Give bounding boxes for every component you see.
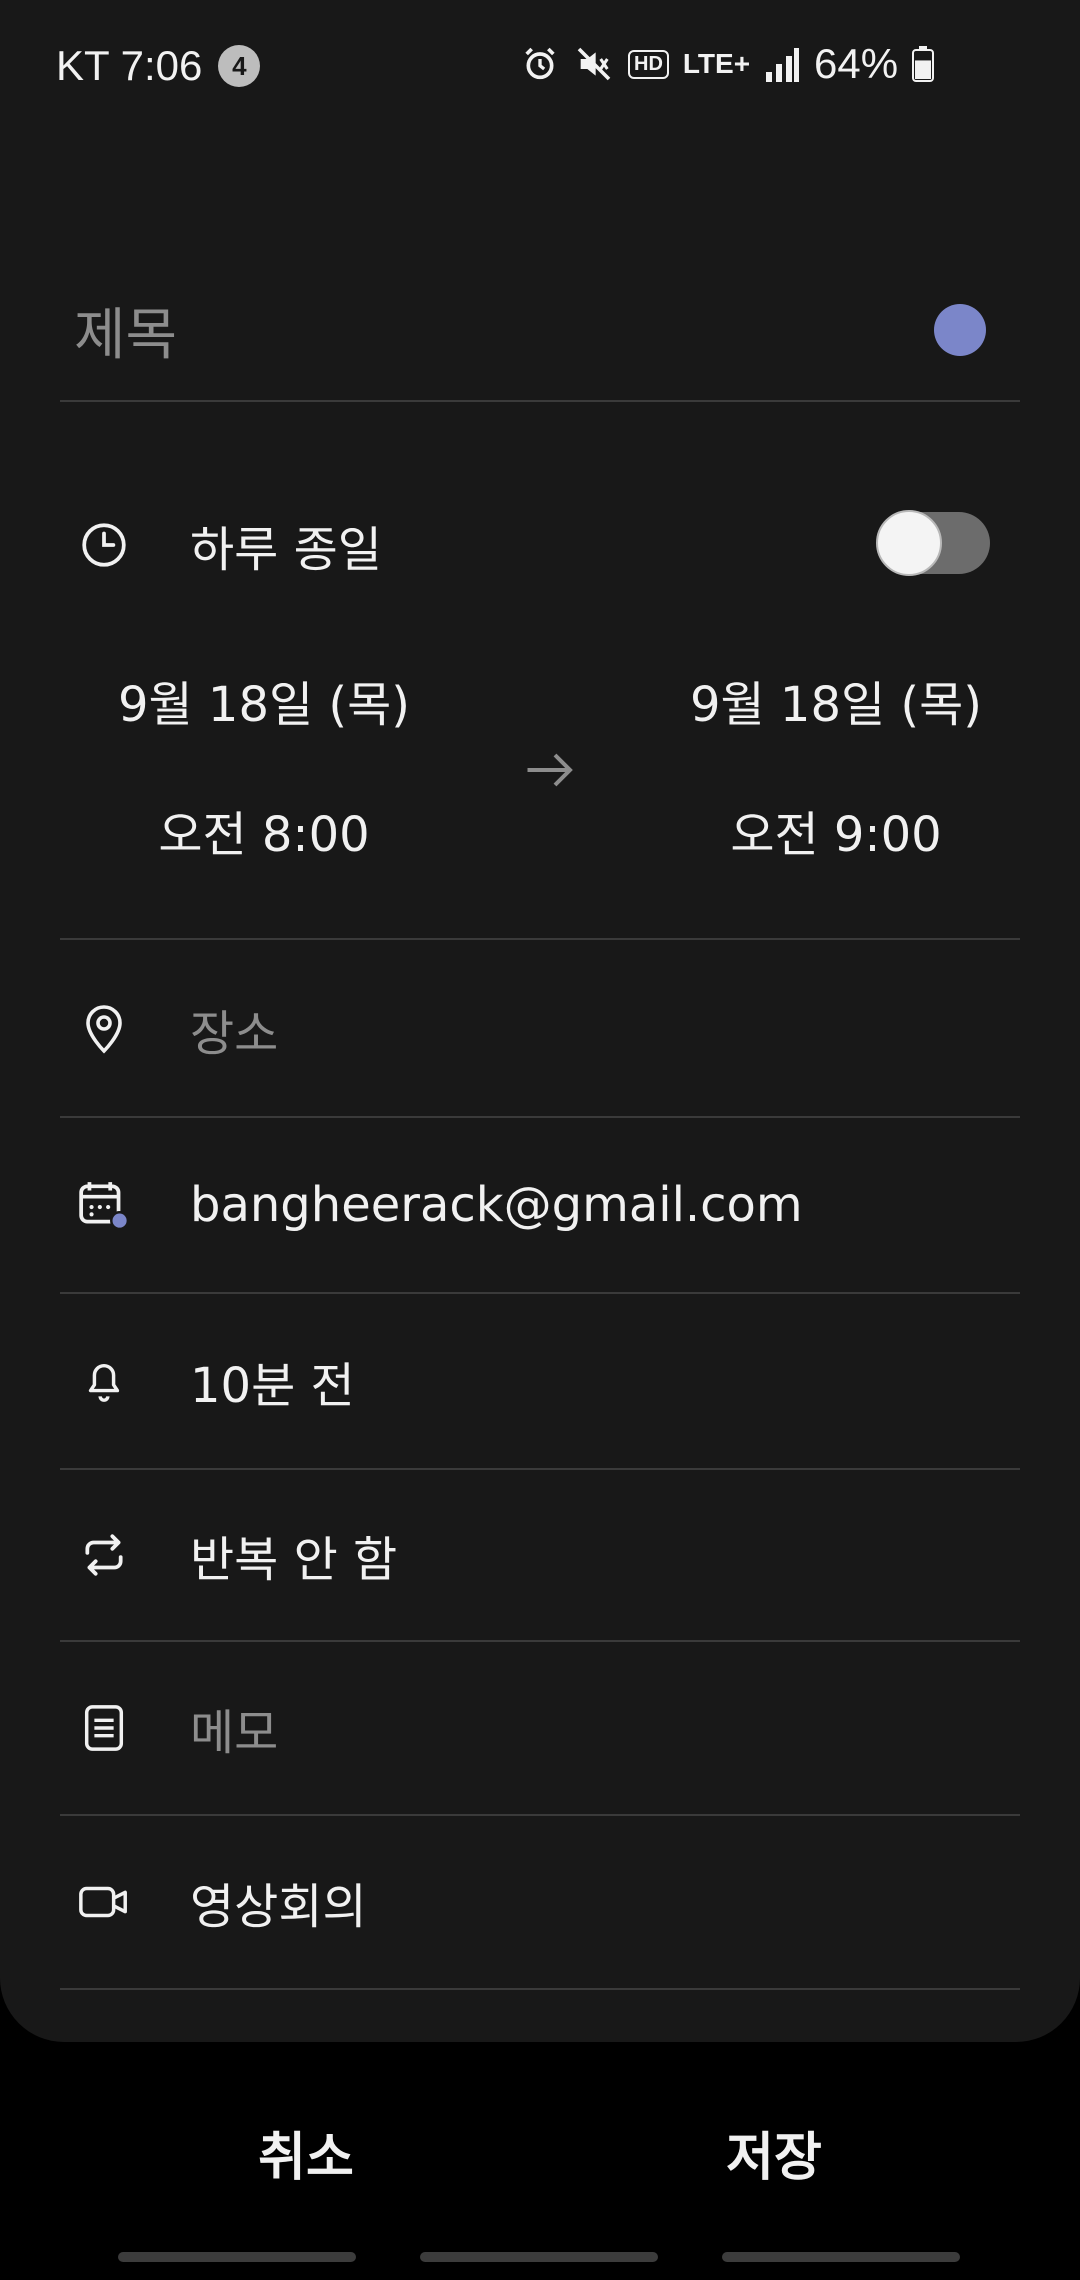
calendar-icon [74,1175,134,1235]
toggle-knob [876,510,942,576]
gesture-handle-right[interactable] [722,2252,960,2262]
cancel-button[interactable]: 취소 [156,2102,456,2202]
status-left: KT 7:06 4 [56,42,261,90]
all-day-row: 하루 종일 [60,490,1020,600]
status-right: HD LTE+ 64% [520,40,935,88]
mute-icon [574,44,614,84]
video-conference-row[interactable]: 영상회의 [60,1816,1020,1990]
memo-input[interactable]: 메모 [190,1693,278,1763]
location-row[interactable]: 장소 [60,942,1020,1118]
video-conference-label: 영상회의 [190,1879,367,1935]
repeat-value: 반복 안 함 [190,1532,398,1588]
reminder-row[interactable]: 10분 전 [60,1294,1020,1470]
end-time[interactable]: 오전 9:00 [656,800,1016,870]
repeat-icon [74,1525,134,1585]
end-datetime: 9월 18일 (목) 오전 9:00 [656,670,1016,870]
notification-count-badge: 4 [218,45,261,87]
end-date[interactable]: 9월 18일 (목) [656,670,1016,740]
bottom-action-bar: 취소 저장 [0,2042,1080,2280]
lte-indicator: LTE+ [682,48,751,79]
start-datetime: 9월 18일 (목) 오전 8:00 [84,670,444,870]
datetime-section: 9월 18일 (목) 오전 8:00 9월 18일 (목) 오전 9:00 [60,640,1020,940]
arrow-right-icon [520,740,580,800]
save-button[interactable]: 저장 [624,2102,924,2202]
signal-icon [764,44,800,84]
location-input[interactable]: 장소 [190,994,278,1064]
start-time[interactable]: 오전 8:00 [84,800,444,870]
status-bar: KT 7:06 4 HD LTE+ 64% [0,0,1080,140]
gesture-handle-center[interactable] [420,2252,658,2262]
carrier-time: KT 7:06 [56,42,203,89]
calendar-account: bangheerack@gmail.com [190,1177,803,1233]
hd-voice-icon: HD [628,49,669,79]
all-day-label: 하루 종일 [190,522,382,578]
battery-percent: 64% [814,40,899,87]
video-camera-icon [74,1872,134,1932]
battery-icon [912,46,935,82]
memo-icon [74,1698,134,1758]
gesture-handle-left[interactable] [118,2252,356,2262]
bell-icon [74,1351,134,1411]
start-date[interactable]: 9월 18일 (목) [84,670,444,740]
location-pin-icon [74,999,134,1059]
repeat-row[interactable]: 반복 안 함 [60,1470,1020,1642]
alarm-icon [520,44,560,84]
reminder-value: 10분 전 [190,1358,355,1414]
event-color-picker[interactable] [934,304,986,356]
title-input[interactable]: 제목 [60,290,934,371]
all-day-toggle[interactable] [876,510,990,576]
title-row: 제목 [60,260,1020,402]
memo-row[interactable]: 메모 [60,1642,1020,1816]
calendar-account-row[interactable]: bangheerack@gmail.com [60,1118,1020,1294]
clock-icon [74,515,134,575]
